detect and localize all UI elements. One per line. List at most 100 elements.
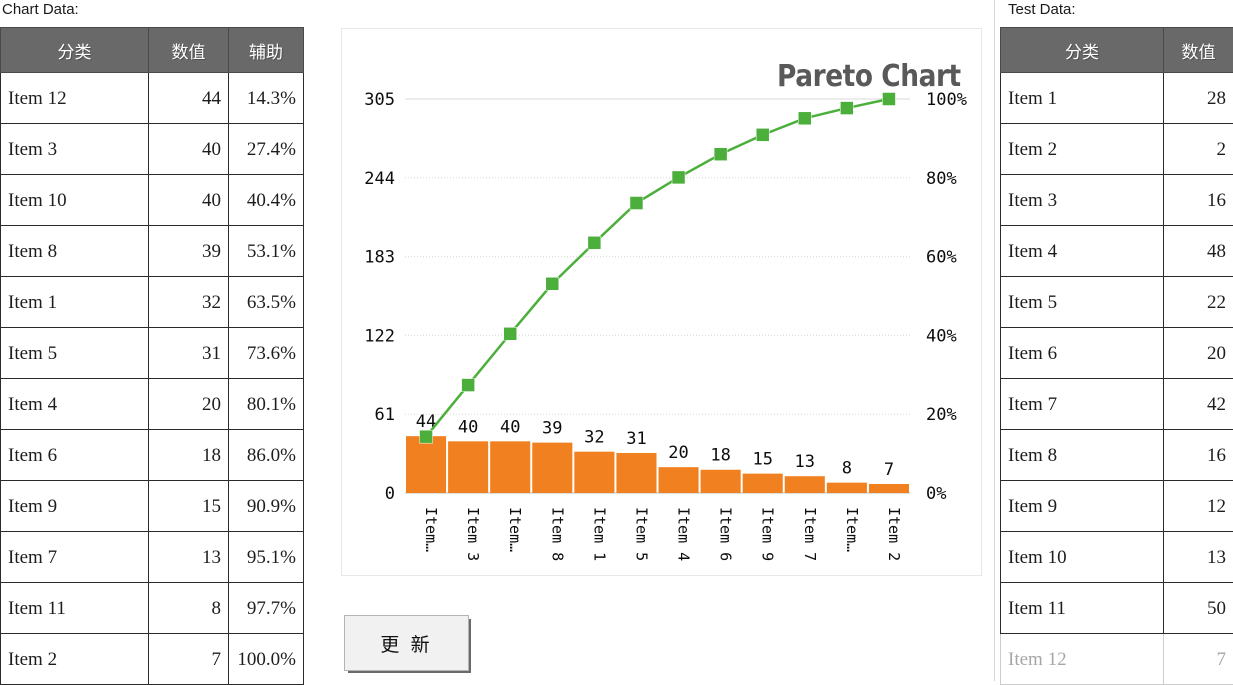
cell-category[interactable]: Item 1 [1001,73,1164,124]
cell-aux[interactable]: 95.1% [229,532,304,583]
table-row[interactable]: Item 104040.4% [1,175,304,226]
cell-category[interactable]: Item 4 [1,379,149,430]
test-data-table[interactable]: 分类 数值 Item 128Item 22Item 316Item 448Ite… [1000,27,1233,685]
cell-value[interactable]: 32 [149,277,229,328]
table-row[interactable]: Item 127 [1001,634,1233,685]
table-row[interactable]: Item 816 [1001,430,1233,481]
bar[interactable] [701,470,741,493]
cell-category[interactable]: Item 10 [1001,532,1164,583]
cell-value[interactable]: 8 [149,583,229,634]
cumulative-marker[interactable] [672,171,685,184]
cell-category[interactable]: Item 8 [1,226,149,277]
bar[interactable] [406,436,446,493]
table-row[interactable]: Item 128 [1001,73,1233,124]
cell-value[interactable]: 13 [1164,532,1233,583]
cell-value[interactable]: 28 [1164,73,1233,124]
cell-value[interactable]: 15 [149,481,229,532]
table-row[interactable]: Item 1150 [1001,583,1233,634]
cell-value[interactable]: 7 [1164,634,1233,685]
col-header-value[interactable]: 数值 [149,28,229,73]
cell-category[interactable]: Item 6 [1,430,149,481]
cell-value[interactable]: 12 [1164,481,1233,532]
cell-aux[interactable]: 86.0% [229,430,304,481]
cell-aux[interactable]: 63.5% [229,277,304,328]
cumulative-marker[interactable] [756,128,769,141]
cumulative-line[interactable] [426,99,889,437]
cumulative-marker[interactable] [630,197,643,210]
cell-value[interactable]: 7 [149,634,229,685]
cell-value[interactable]: 50 [1164,583,1233,634]
table-row[interactable]: Item 13263.5% [1,277,304,328]
table-row[interactable]: Item 742 [1001,379,1233,430]
bar[interactable] [743,474,783,493]
cell-category[interactable]: Item 12 [1,73,149,124]
table-row[interactable]: Item 620 [1001,328,1233,379]
cumulative-marker[interactable] [504,327,517,340]
cell-category[interactable]: Item 11 [1001,583,1164,634]
table-row[interactable]: Item 522 [1001,277,1233,328]
cell-aux[interactable]: 53.1% [229,226,304,277]
bar[interactable] [448,441,488,493]
cumulative-marker[interactable] [714,148,727,161]
cell-category[interactable]: Item 7 [1,532,149,583]
cell-value[interactable]: 31 [149,328,229,379]
cell-category[interactable]: Item 11 [1,583,149,634]
cell-category[interactable]: Item 3 [1,124,149,175]
table-row[interactable]: Item 61886.0% [1,430,304,481]
cell-category[interactable]: Item 7 [1001,379,1164,430]
cumulative-marker[interactable] [546,277,559,290]
cell-value[interactable]: 13 [149,532,229,583]
cell-value[interactable]: 2 [1164,124,1233,175]
table-row[interactable]: Item 83953.1% [1,226,304,277]
cell-category[interactable]: Item 5 [1001,277,1164,328]
table-row[interactable]: Item 71395.1% [1,532,304,583]
bar[interactable] [616,453,656,493]
cell-aux[interactable]: 100.0% [229,634,304,685]
cell-value[interactable]: 20 [149,379,229,430]
table-row[interactable]: Item 1013 [1001,532,1233,583]
cell-aux[interactable]: 73.6% [229,328,304,379]
cell-value[interactable]: 39 [149,226,229,277]
cell-category[interactable]: Item 4 [1001,226,1164,277]
bar[interactable] [532,443,572,493]
cell-value[interactable]: 44 [149,73,229,124]
table-row[interactable]: Item 42080.1% [1,379,304,430]
col-header-category[interactable]: 分类 [1001,28,1164,73]
cell-value[interactable]: 16 [1164,175,1233,226]
table-row[interactable]: Item 27100.0% [1,634,304,685]
cumulative-marker[interactable] [462,379,475,392]
bar[interactable] [574,452,614,493]
cell-category[interactable]: Item 2 [1,634,149,685]
table-row[interactable]: Item 448 [1001,226,1233,277]
table-row[interactable]: Item 316 [1001,175,1233,226]
cell-value[interactable]: 22 [1164,277,1233,328]
cell-aux[interactable]: 97.7% [229,583,304,634]
cell-category[interactable]: Item 1 [1,277,149,328]
cell-aux[interactable]: 90.9% [229,481,304,532]
cell-category[interactable]: Item 12 [1001,634,1164,685]
cumulative-marker[interactable] [420,430,433,443]
cell-aux[interactable]: 80.1% [229,379,304,430]
cell-value[interactable]: 40 [149,124,229,175]
cell-value[interactable]: 40 [149,175,229,226]
cell-category[interactable]: Item 9 [1001,481,1164,532]
col-header-category[interactable]: 分类 [1,28,149,73]
bar[interactable] [869,484,909,493]
cell-value[interactable]: 16 [1164,430,1233,481]
cell-aux[interactable]: 27.4% [229,124,304,175]
cell-category[interactable]: Item 6 [1001,328,1164,379]
table-row[interactable]: Item 22 [1001,124,1233,175]
table-row[interactable]: Item 912 [1001,481,1233,532]
cell-category[interactable]: Item 5 [1,328,149,379]
cell-category[interactable]: Item 9 [1,481,149,532]
cumulative-marker[interactable] [798,112,811,125]
cumulative-marker[interactable] [882,93,895,106]
cell-aux[interactable]: 40.4% [229,175,304,226]
cell-category[interactable]: Item 3 [1001,175,1164,226]
table-row[interactable]: Item 91590.9% [1,481,304,532]
cumulative-marker[interactable] [840,102,853,115]
table-row[interactable]: Item 53173.6% [1,328,304,379]
table-row[interactable]: Item 34027.4% [1,124,304,175]
cell-value[interactable]: 20 [1164,328,1233,379]
cell-value[interactable]: 18 [149,430,229,481]
